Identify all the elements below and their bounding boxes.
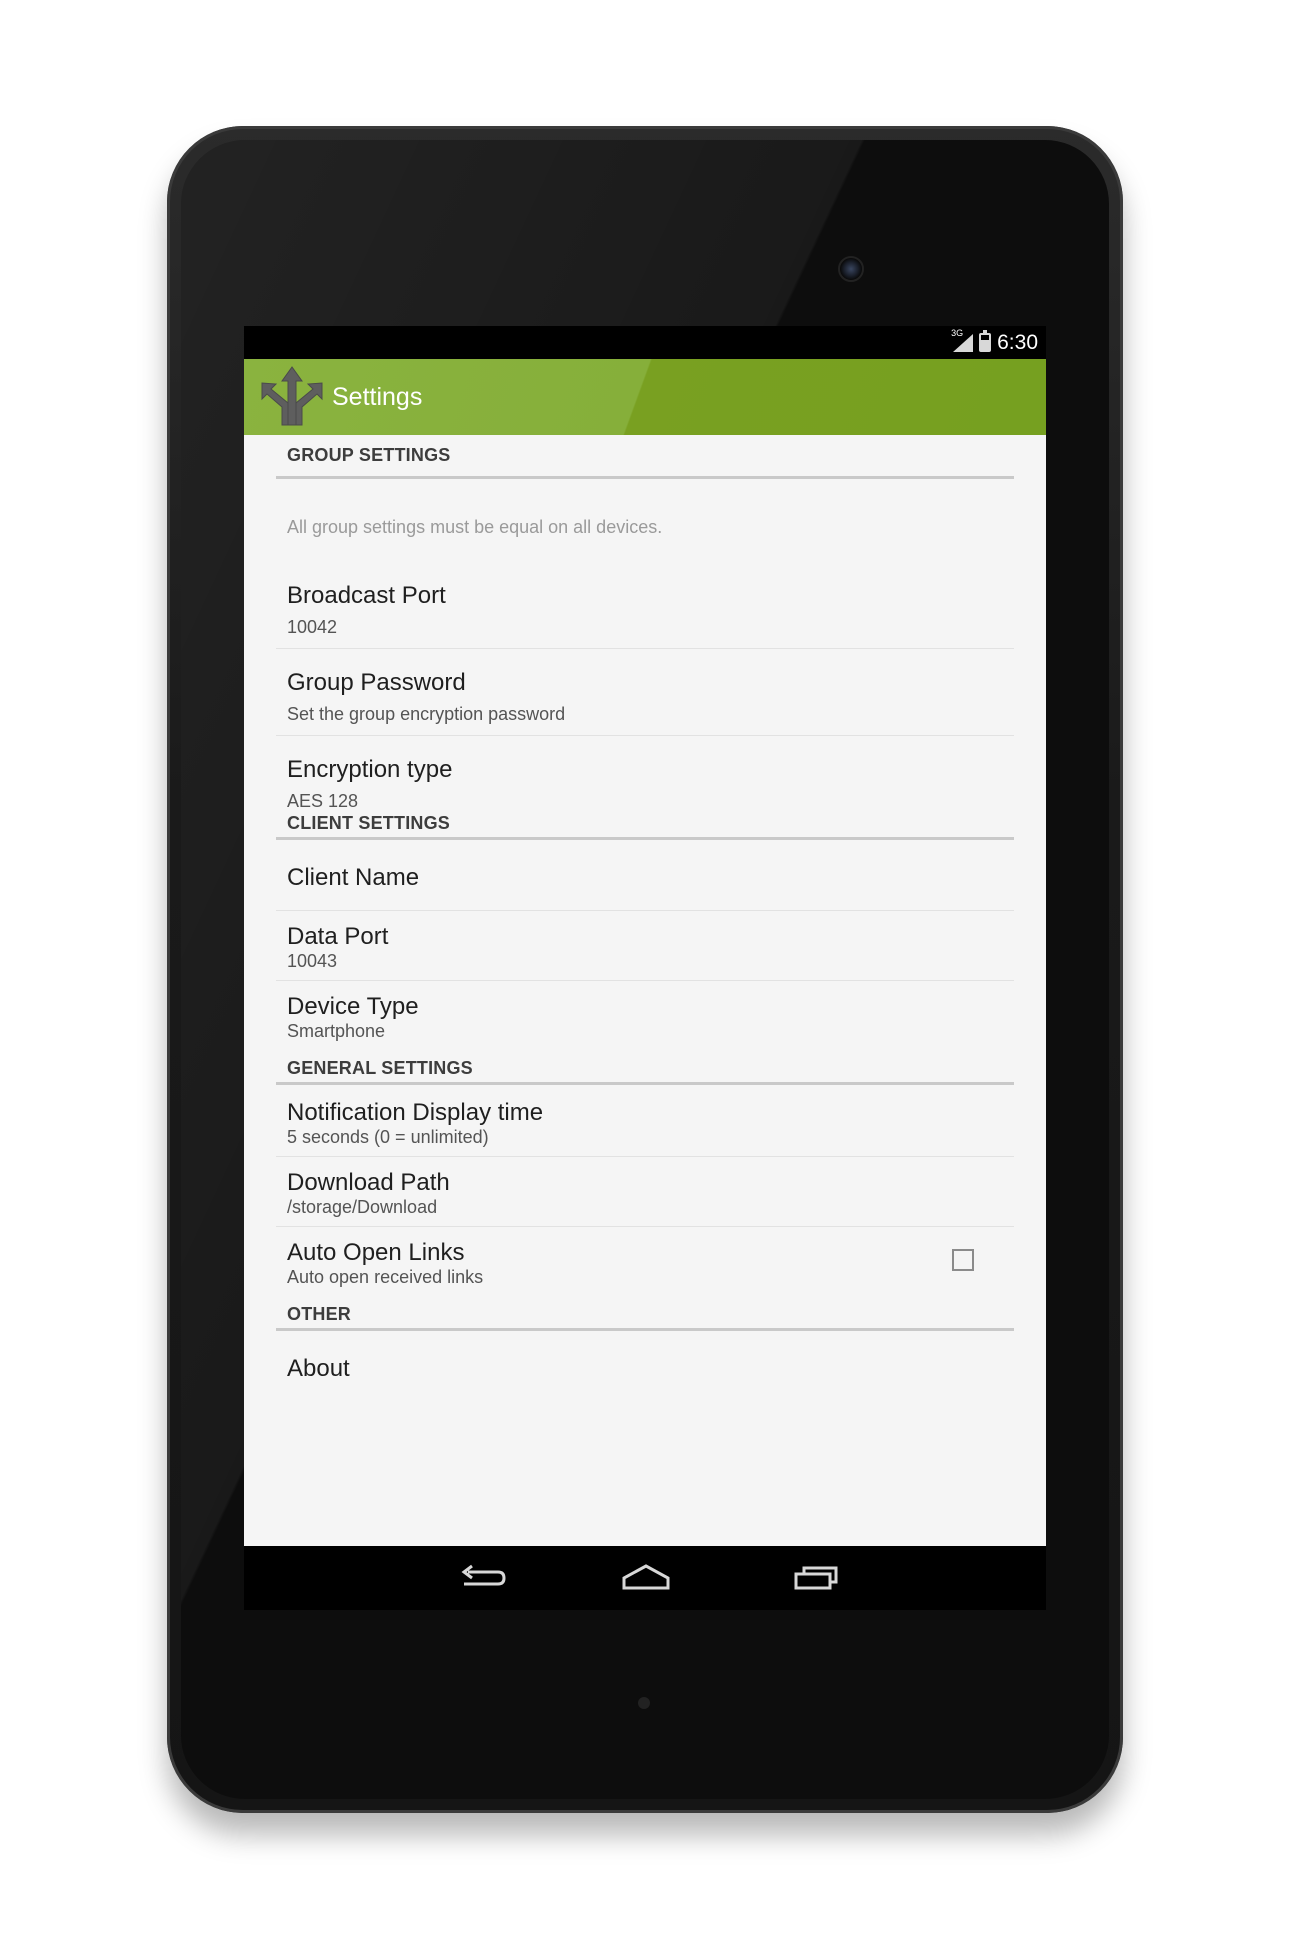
- pref-summary: Set the group encryption password: [287, 704, 566, 724]
- page-title: Settings: [332, 382, 423, 411]
- section-header-group: GROUP SETTINGS: [276, 435, 1014, 479]
- pref-title: Group Password: [287, 669, 466, 696]
- signal-icon: 3G: [951, 328, 974, 352]
- home-icon[interactable]: [618, 1558, 674, 1598]
- device-screen: 3G 6:30 Settings GROUP SETTINGS All grou…: [244, 326, 1046, 1610]
- pref-title: Broadcast Port: [287, 582, 446, 609]
- group-settings-note: All group settings must be equal on all …: [287, 517, 663, 537]
- recent-apps-icon[interactable]: [788, 1558, 844, 1598]
- navigation-bar: [244, 1546, 1046, 1610]
- pref-summary: Smartphone: [287, 1021, 386, 1041]
- pref-summary: /storage/Download: [287, 1197, 438, 1217]
- status-time: 6:30: [997, 330, 1038, 354]
- settings-list: GROUP SETTINGS All group settings must b…: [244, 435, 1046, 1546]
- pref-group-password[interactable]: Group Password Set the group encryption …: [276, 649, 1014, 736]
- pref-client-name[interactable]: Client Name: [276, 840, 1014, 911]
- pref-summary: AES 128: [287, 791, 359, 811]
- pref-summary: 5 seconds (0 = unlimited): [287, 1127, 489, 1147]
- split-arrows-icon[interactable]: [260, 365, 324, 429]
- front-camera: [838, 256, 864, 282]
- pref-title: Auto Open Links: [287, 1239, 465, 1266]
- pref-title: Data Port: [287, 923, 389, 950]
- pref-notification-display-time[interactable]: Notification Display time 5 seconds (0 =…: [276, 1085, 1014, 1157]
- section-header-general: GENERAL SETTINGS: [276, 1055, 1014, 1085]
- light-sensor: [638, 1697, 650, 1709]
- auto-open-links-checkbox[interactable]: [952, 1249, 974, 1271]
- section-header-other: OTHER: [276, 1301, 1014, 1331]
- pref-title: Device Type: [287, 993, 419, 1020]
- pref-summary: 10043: [287, 951, 338, 971]
- pref-broadcast-port[interactable]: Broadcast Port 10042: [276, 562, 1014, 649]
- back-icon[interactable]: [452, 1558, 508, 1598]
- action-bar: Settings: [244, 359, 1046, 435]
- pref-encryption-type[interactable]: Encryption type AES 128: [276, 736, 1014, 811]
- pref-title: Client Name: [287, 864, 420, 891]
- pref-about[interactable]: About: [276, 1331, 1014, 1391]
- pref-device-type[interactable]: Device Type Smartphone: [276, 981, 1014, 1055]
- battery-icon: [979, 330, 992, 352]
- status-bar: 3G 6:30: [244, 326, 1046, 359]
- pref-data-port[interactable]: Data Port 10043: [276, 911, 1014, 981]
- section-header-client: CLIENT SETTINGS: [276, 810, 1014, 840]
- pref-auto-open-links[interactable]: Auto Open Links Auto open received links: [276, 1227, 1014, 1301]
- pref-download-path[interactable]: Download Path /storage/Download: [276, 1157, 1014, 1227]
- pref-summary: 10042: [287, 617, 338, 637]
- pref-title: About: [287, 1355, 350, 1382]
- pref-title: Encryption type: [287, 756, 453, 783]
- pref-summary: Auto open received links: [287, 1267, 484, 1287]
- pref-title: Download Path: [287, 1169, 450, 1196]
- network-type-label: 3G: [951, 327, 964, 338]
- pref-title: Notification Display time: [287, 1099, 544, 1126]
